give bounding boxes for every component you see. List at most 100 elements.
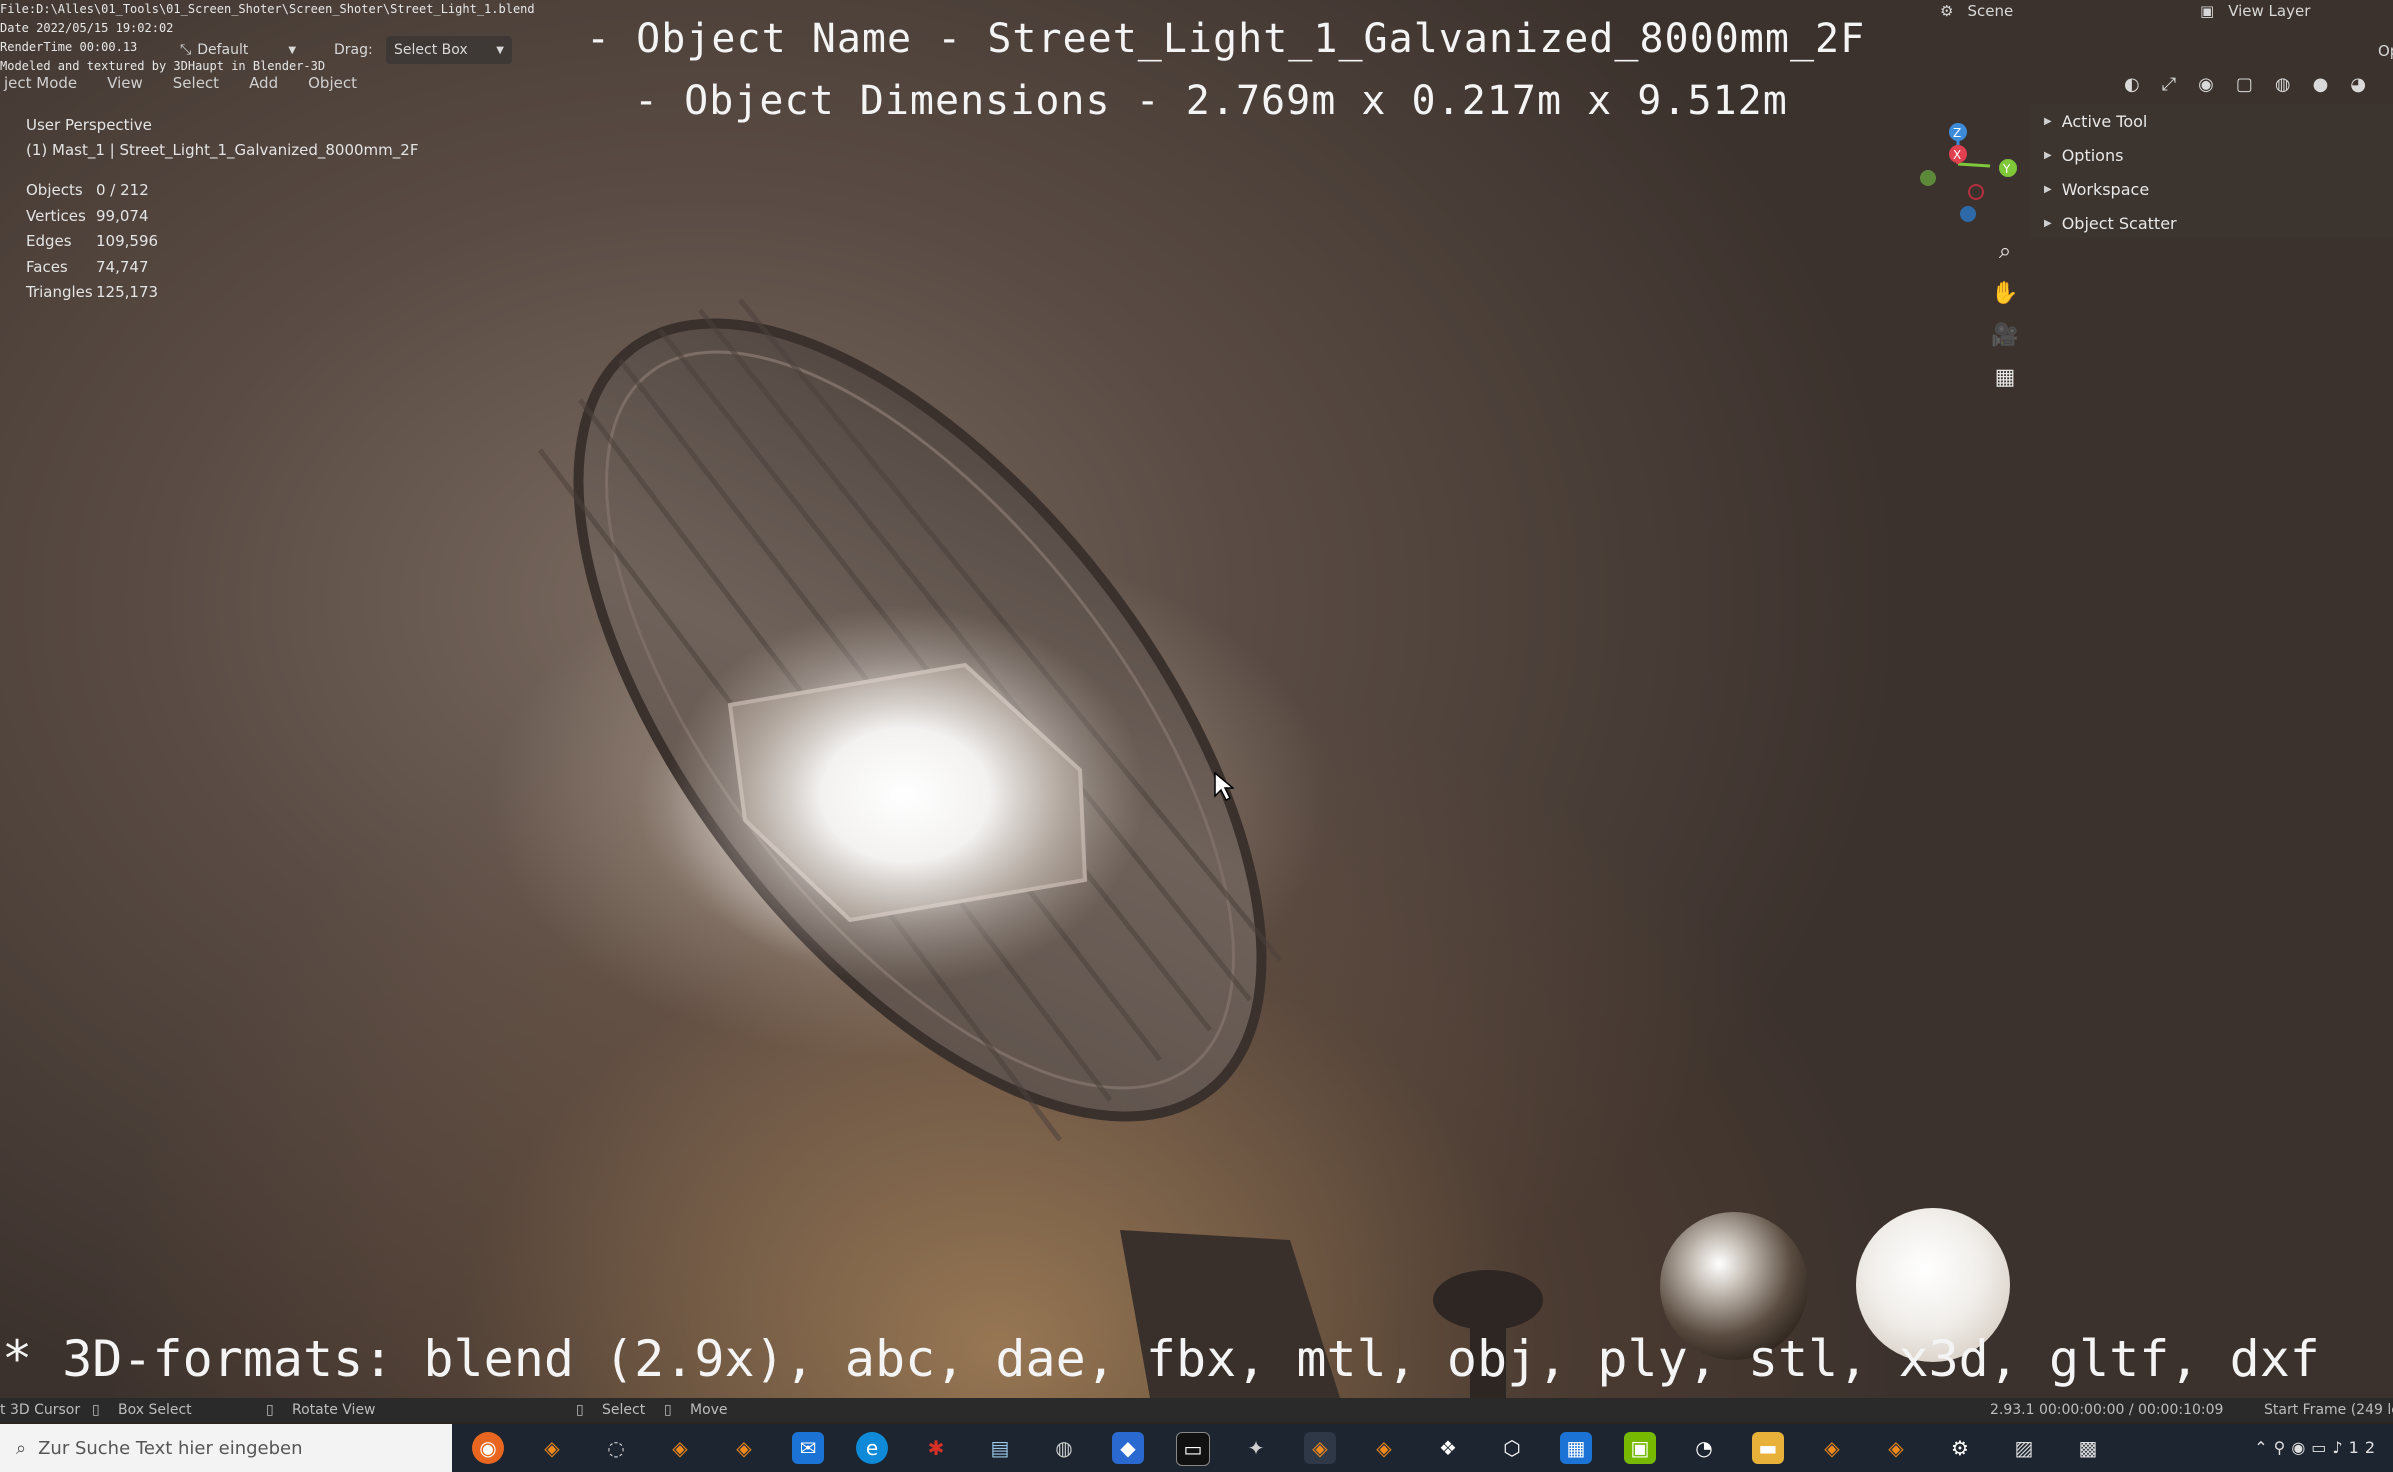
- sidebar-item-options[interactable]: ▶ Options: [2030, 138, 2393, 172]
- formats-text: * 3D-formats: blend (2.9x), abc, dae, fb…: [2, 1330, 2320, 1388]
- gizmo-x-label: X: [1953, 148, 1961, 162]
- volume-icon[interactable]: ♪: [2332, 1438, 2348, 1457]
- taskbar-search-box[interactable]: ⌕ Zur Suche Text hier eingeben: [0, 1424, 452, 1472]
- antivirus-icon[interactable]: ◉: [2291, 1438, 2311, 1457]
- sidebar-item-object-scatter[interactable]: ▶ Object Scatter: [2030, 206, 2393, 240]
- view-layer-selector[interactable]: ▣ View Layer: [2200, 0, 2310, 22]
- blender-active-icon[interactable]: ◈: [1304, 1432, 1336, 1464]
- wireframe-shading-icon[interactable]: ◍: [2275, 74, 2291, 95]
- clock-text[interactable]: 12: [2349, 1438, 2381, 1457]
- blender-icon[interactable]: ◈: [1368, 1432, 1400, 1464]
- blender-icon[interactable]: ◈: [664, 1432, 696, 1464]
- blender-icon[interactable]: ◈: [536, 1432, 568, 1464]
- clock-app-icon[interactable]: ◔: [1688, 1432, 1720, 1464]
- gizmo-z-label: Z: [1953, 126, 1961, 140]
- search-placeholder: Zur Suche Text hier eingeben: [38, 1437, 303, 1459]
- sidebar-item-label: Object Scatter: [2061, 213, 2177, 233]
- stat-value: 109,596: [96, 232, 159, 250]
- chevron-up-icon[interactable]: ⌃: [2254, 1438, 2273, 1457]
- gizmo-neg-x[interactable]: [1968, 184, 1984, 200]
- scene-icon: ⚙: [1940, 2, 1954, 20]
- gizmo-neg-z[interactable]: [1960, 206, 1976, 222]
- stat-vertices: Vertices 99,074: [26, 207, 149, 225]
- drag-label: Drag:: [334, 36, 373, 64]
- options-label: Op: [2378, 42, 2393, 60]
- view-perspective-label: User Perspective: [26, 116, 152, 134]
- sidebar-panel: ▶ Active Tool ▶ Options ▶ Workspace ▶ Object…: [2030, 104, 2393, 238]
- cube-icon[interactable]: ⬡: [1496, 1432, 1528, 1464]
- edge-icon[interactable]: e: [856, 1432, 888, 1464]
- camera-view-icon[interactable]: 🎥: [1988, 318, 2022, 352]
- app-icon[interactable]: ❖: [1432, 1432, 1464, 1464]
- firefox-icon[interactable]: ◉: [472, 1432, 504, 1464]
- solid-shading-icon[interactable]: ●: [2313, 74, 2329, 95]
- system-tray[interactable]: ⌃⚲◉▭♪12: [2254, 1438, 2381, 1457]
- status-select: Select: [602, 1402, 646, 1418]
- status-3d-cursor: t 3D Cursor: [0, 1402, 81, 1418]
- game-icon[interactable]: ✦: [1240, 1432, 1272, 1464]
- stat-key: Edges: [26, 232, 72, 250]
- visibility-icon[interactable]: ◐: [2124, 74, 2140, 95]
- mouse-icon: ▯: [664, 1402, 672, 1418]
- scene-selector[interactable]: ⚙ Scene: [1940, 0, 2013, 22]
- chevron-down-icon: ▼: [288, 44, 297, 56]
- expand-triangle-icon: ▶: [2044, 149, 2052, 161]
- mouse-icon: ▯: [92, 1402, 100, 1418]
- blender-icon[interactable]: ◈: [1816, 1432, 1848, 1464]
- settings-gear-icon[interactable]: ⚙: [1944, 1432, 1976, 1464]
- options-button[interactable]: Op: [2378, 40, 2393, 62]
- pan-hand-icon[interactable]: ✋: [1988, 276, 2022, 310]
- menu-add[interactable]: Add: [245, 72, 282, 94]
- drag-select-dropdown[interactable]: Select Box ▼: [386, 36, 512, 64]
- mail-icon[interactable]: ✉: [792, 1432, 824, 1464]
- mode-dropdown[interactable]: ject Mode: [0, 72, 81, 94]
- status-version-time: 2.93.1 00:00:00:00 / 00:00:10:09: [1990, 1402, 2224, 1418]
- sidebar-item-label: Active Tool: [2061, 111, 2148, 131]
- blender-icon[interactable]: ◈: [728, 1432, 760, 1464]
- overlay-toggle-icon[interactable]: ◉: [2198, 74, 2214, 95]
- 3d-viewport[interactable]: File:D:\Alles\01_Tools\01_Screen_Shoter\…: [0, 0, 2393, 1398]
- perspective-toggle-icon[interactable]: ▦: [1988, 360, 2022, 394]
- xray-icon[interactable]: ▢: [2236, 74, 2253, 95]
- file-path-text: File:D:\Alles\01_Tools\01_Screen_Shoter\…: [0, 2, 535, 16]
- chevron-down-icon: ▼: [496, 44, 504, 56]
- folder-icon[interactable]: ▬: [1752, 1432, 1784, 1464]
- battery-icon[interactable]: ▭: [2311, 1438, 2332, 1457]
- menu-object[interactable]: Object: [304, 72, 361, 94]
- stat-key: Vertices: [26, 207, 86, 225]
- mouse-icon: ▯: [266, 1402, 274, 1418]
- sidebar-item-workspace[interactable]: ▶ Workspace: [2030, 172, 2393, 206]
- app-icon[interactable]: ◌: [600, 1432, 632, 1464]
- stat-edges: Edges 109,596: [26, 232, 158, 250]
- date-text: Date 2022/05/15 19:02:02: [0, 21, 174, 35]
- windows-taskbar: ⌕ Zur Suche Text hier eingeben ◉ ◈ ◌ ◈ ◈…: [0, 1424, 2393, 1472]
- sidebar-item-active-tool[interactable]: ▶ Active Tool: [2030, 104, 2393, 138]
- gizmo-toggle-icon[interactable]: ⤢: [2162, 74, 2176, 95]
- app-icon[interactable]: ▩: [2072, 1432, 2104, 1464]
- nvidia-icon[interactable]: ▣: [1624, 1432, 1656, 1464]
- status-bar: t 3D Cursor ▯ Box Select ▯ Rotate View ▯…: [0, 1398, 2393, 1422]
- gizmo-y-label: Y: [2002, 162, 2011, 176]
- chat-icon[interactable]: ◆: [1112, 1432, 1144, 1464]
- drag-label-text: Drag:: [334, 42, 373, 58]
- mouse-icon: ▯: [576, 1402, 584, 1418]
- gizmo-neg-y[interactable]: [1920, 170, 1936, 186]
- blender-icon[interactable]: ◈: [1880, 1432, 1912, 1464]
- status-box-select: Box Select: [118, 1402, 192, 1418]
- menu-select[interactable]: Select: [169, 72, 223, 94]
- paint-icon[interactable]: ◍: [1048, 1432, 1080, 1464]
- rendered-shading-icon[interactable]: ◕: [2350, 74, 2366, 95]
- expand-triangle-icon: ▶: [2044, 115, 2052, 127]
- navigation-gizmo[interactable]: Z Y X: [1908, 116, 2028, 226]
- zoom-icon[interactable]: ⌕: [1988, 234, 2022, 268]
- orientation-dropdown[interactable]: ⤡ Default ▼: [180, 36, 296, 64]
- notes-icon[interactable]: ▤: [984, 1432, 1016, 1464]
- network-icon[interactable]: ⚲: [2274, 1438, 2292, 1457]
- app-icon[interactable]: ▨: [2008, 1432, 2040, 1464]
- terminal-icon[interactable]: ▭: [1176, 1432, 1210, 1466]
- stat-key: Faces: [26, 258, 68, 276]
- stat-value: 99,074: [96, 207, 149, 225]
- app-red-icon[interactable]: ✱: [920, 1432, 952, 1464]
- menu-view[interactable]: View: [103, 72, 147, 94]
- calendar-icon[interactable]: ▦: [1560, 1432, 1592, 1464]
